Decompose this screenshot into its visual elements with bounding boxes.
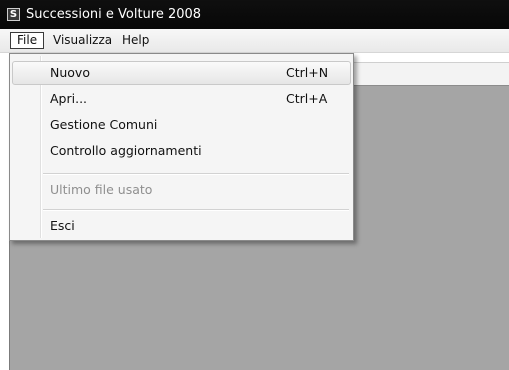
menu-item-esci[interactable]: Esci [12,214,351,238]
menu-item-ultimo-file-usato: Ultimo file usato [12,178,351,202]
menu-item-label: Esci [50,218,75,233]
menu-item-label: Controllo aggiornamenti [50,143,202,158]
app-window: S Successioni e Volture 2008 File Visual… [0,0,509,370]
menu-item-shortcut: Ctrl+N [286,65,329,80]
title-bar: S Successioni e Volture 2008 [0,0,509,29]
menu-item-label: Apri... [50,91,88,106]
menu-item-gestione-comuni[interactable]: Gestione Comuni [12,113,351,137]
menu-item-label: Gestione Comuni [50,117,158,132]
menu-file[interactable]: File [10,32,45,49]
menu-separator [43,209,349,211]
window-title: Successioni e Volture 2008 [26,7,202,22]
menu-item-controllo-aggiornamenti[interactable]: Controllo aggiornamenti [12,139,351,163]
menu-item-nuovo[interactable]: Nuovo Ctrl+N [12,61,351,85]
menu-item-label: Ultimo file usato [50,182,153,197]
menu-item-label: Nuovo [50,65,90,80]
menu-item-shortcut: Ctrl+A [286,91,328,106]
menu-visualizza[interactable]: Visualizza [47,32,118,49]
app-icon[interactable]: S [7,8,20,21]
menu-help[interactable]: Help [116,32,155,49]
menu-item-apri[interactable]: Apri... Ctrl+A [12,87,351,111]
menu-separator [43,173,349,175]
menu-bar: File Visualizza Help [0,29,509,53]
file-menu-dropdown: Nuovo Ctrl+N Apri... Ctrl+A Gestione Com… [9,53,354,241]
